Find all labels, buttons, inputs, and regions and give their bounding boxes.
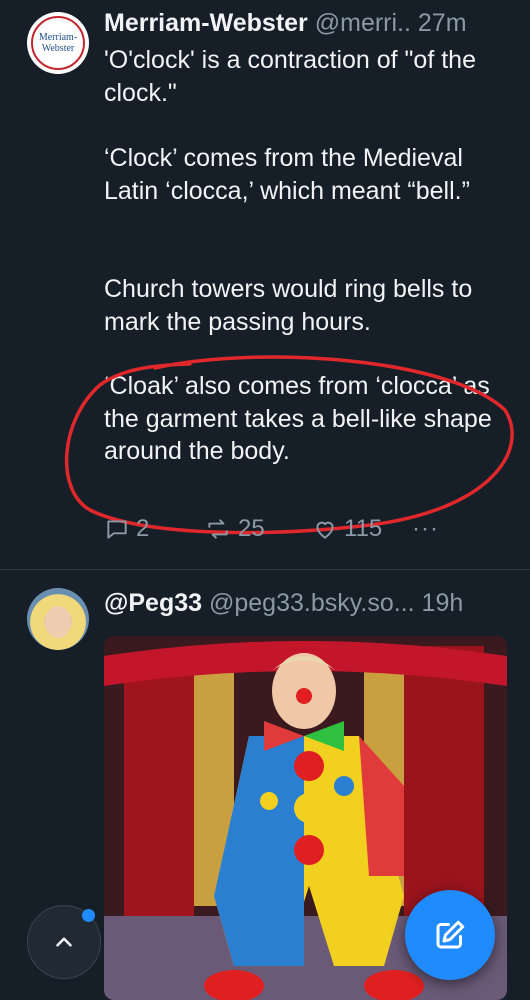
post-time: 27m bbox=[417, 9, 467, 37]
repost-button[interactable]: 25 bbox=[204, 515, 265, 543]
author-handle[interactable]: @peg33.bsky.so... bbox=[209, 589, 415, 617]
divider bbox=[0, 569, 530, 570]
repost-arrows-icon bbox=[208, 519, 228, 539]
red-circle-annotation bbox=[64, 355, 514, 535]
avatar-face bbox=[45, 606, 71, 638]
post-paragraph: ‘Clock’ comes from the Medieval Latin ‘c… bbox=[104, 144, 470, 205]
reply-count: 2 bbox=[136, 515, 150, 542]
post-actions: 2 25 115 ··· bbox=[104, 515, 504, 549]
author-name[interactable]: Merriam-Webster bbox=[104, 9, 308, 37]
like-button[interactable]: 115 bbox=[312, 515, 382, 543]
logo-line-1: Merriam- bbox=[38, 32, 78, 43]
speech-bubble-icon bbox=[107, 520, 127, 539]
compose-post-button[interactable] bbox=[405, 890, 495, 980]
reply-button[interactable]: 2 bbox=[104, 515, 149, 543]
ellipsis-icon: ··· bbox=[412, 515, 439, 542]
avatar[interactable]: Merriam- Webster bbox=[27, 12, 89, 74]
merriam-webster-logo: Merriam- Webster bbox=[31, 16, 85, 70]
post-time: 19h bbox=[421, 589, 464, 617]
author-handle[interactable]: @merri.. bbox=[315, 9, 411, 37]
heart-icon bbox=[316, 521, 334, 539]
post-header: Merriam-Webster @merri.. 27m bbox=[104, 6, 467, 40]
author-name[interactable]: @Peg33 bbox=[104, 589, 202, 617]
more-options-button[interactable]: ··· bbox=[412, 515, 439, 543]
post-paragraph: Church towers would ring bells to mark t… bbox=[104, 275, 473, 336]
like-count: 115 bbox=[344, 515, 383, 542]
compose-pencil-icon bbox=[436, 920, 465, 949]
avatar[interactable] bbox=[27, 588, 89, 650]
post-header: @Peg33 @peg33.bsky.so... 19h bbox=[104, 586, 463, 620]
logo-line-2: Webster bbox=[41, 43, 75, 54]
repost-count: 25 bbox=[238, 515, 265, 542]
chevron-up-icon bbox=[56, 937, 72, 947]
post-paragraph: 'O'clock' is a contraction of "of the cl… bbox=[104, 46, 476, 107]
new-posts-indicator-dot bbox=[82, 909, 95, 922]
